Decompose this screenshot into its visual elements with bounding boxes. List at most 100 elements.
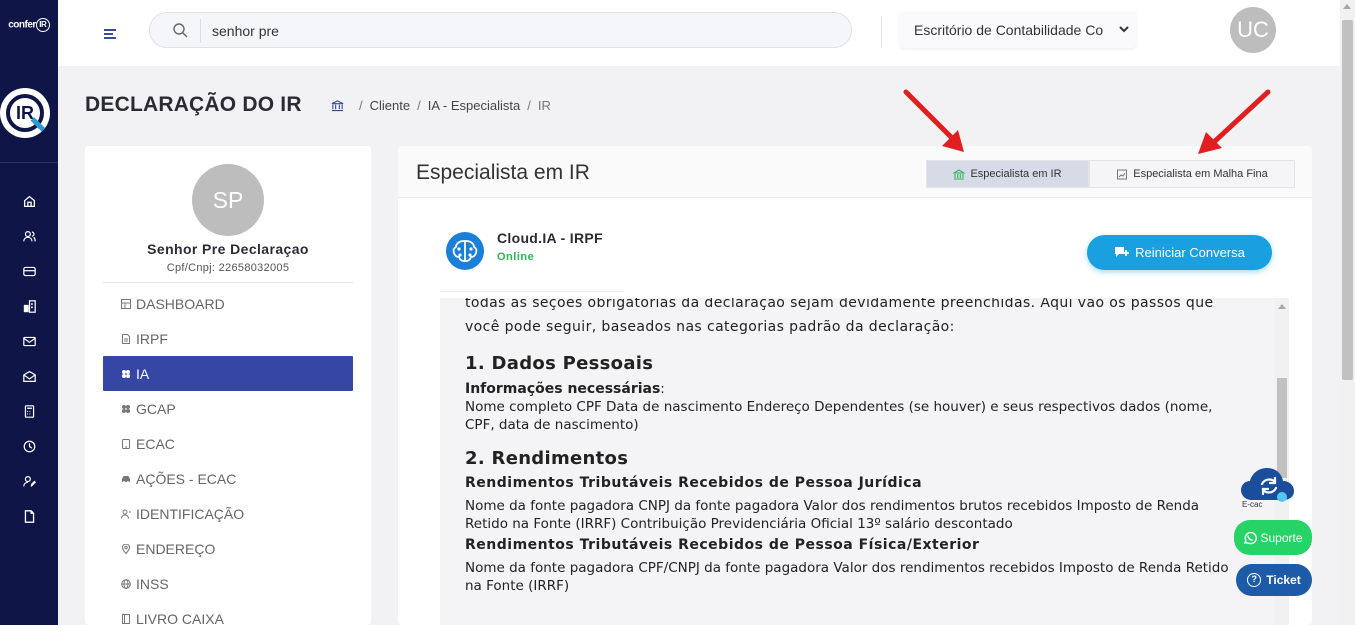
file-icon xyxy=(122,333,130,344)
client-menu: DASHBOARD IRPF IA GCAP ECAC AÇÕES - ECAC… xyxy=(103,286,353,625)
panel-title: Especialista em IR xyxy=(416,161,590,184)
menu-item-livro-caixa[interactable]: LIVRO CAIXA xyxy=(103,601,353,625)
tab-label: Especialista em Malha Fina xyxy=(1133,168,1268,180)
restart-conversation-button[interactable]: Reiniciar Conversa xyxy=(1087,235,1272,270)
brand-logo-small[interactable]: confer IR xyxy=(0,18,58,32)
building-icon[interactable] xyxy=(0,289,58,324)
dashboard-icon xyxy=(121,298,131,309)
clock-icon[interactable] xyxy=(0,429,58,464)
chevron-down-icon xyxy=(1119,26,1129,33)
breadcrumb: / Cliente / IA - Especialista / IR xyxy=(331,98,551,113)
menu-item-label: ENDEREÇO xyxy=(136,540,216,557)
office-select-value: Escritório de Contabilidade Co xyxy=(914,22,1104,38)
globe-icon xyxy=(121,578,131,589)
specialist-panel: Especialista em IR Especialista em IR Es… xyxy=(398,146,1312,625)
suporte-label: Suporte xyxy=(1260,530,1303,545)
rail-divider xyxy=(0,162,58,163)
calculator-icon[interactable] xyxy=(0,394,58,429)
menu-item-acoes-ecac[interactable]: AÇÕES - ECAC xyxy=(103,461,353,496)
tablet-icon xyxy=(122,438,130,449)
menu-item-identificacao[interactable]: IDENTIFICAÇÃO xyxy=(103,496,353,531)
bank-icon[interactable] xyxy=(331,99,344,112)
chat-intro-text: todas as seções obrigatórias da declaraç… xyxy=(465,298,1214,335)
mail-open-icon[interactable] xyxy=(0,359,58,394)
search-icon xyxy=(173,23,188,38)
help-icon: ? xyxy=(1247,573,1262,587)
page-title: DECLARAÇÃO DO IR xyxy=(85,93,302,116)
tab-especialista-ir[interactable]: Especialista em IR xyxy=(926,160,1089,188)
client-divider xyxy=(103,282,353,283)
user-avatar[interactable]: UC xyxy=(1230,7,1276,53)
ecac-label: E-cac xyxy=(1242,500,1263,509)
user-icon xyxy=(121,509,131,519)
menu-item-label: IDENTIFICAÇÃO xyxy=(136,505,245,522)
breadcrumb-separator: / xyxy=(417,98,421,113)
bot-status: Online xyxy=(497,251,535,263)
office-select[interactable]: Escritório de Contabilidade Co xyxy=(900,12,1136,48)
bot-divider xyxy=(440,291,624,292)
client-card: SP Senhor Pre Declaraçao Cpf/Cnpj: 22658… xyxy=(85,146,371,625)
menu-item-endereco[interactable]: ENDEREÇO xyxy=(103,531,353,566)
chat-messages[interactable]: todas as seções obrigatórias da declaraç… xyxy=(440,298,1289,625)
brand-ir-badge: IR xyxy=(35,18,50,32)
file-icon[interactable] xyxy=(0,499,58,534)
book-icon xyxy=(122,613,130,624)
breadcrumb-separator: / xyxy=(359,98,363,113)
menu-item-label: INSS xyxy=(136,575,169,592)
menu-item-gcap[interactable]: GCAP xyxy=(103,391,353,426)
menu-item-label: GCAP xyxy=(136,400,176,417)
ticket-button[interactable]: ? Ticket xyxy=(1236,564,1312,596)
left-rail: confer IR IR xyxy=(0,0,58,625)
search-input[interactable] xyxy=(212,19,812,43)
scroll-thumb[interactable] xyxy=(1342,20,1353,380)
bot-name: Cloud.IA - IRPF xyxy=(497,230,603,246)
brand-logo-big[interactable]: IR xyxy=(0,88,50,138)
menu-item-label: AÇÕES - ECAC xyxy=(136,470,237,487)
section-title-dados-pessoais: 1. Dados Pessoais xyxy=(465,353,654,374)
brain-icon xyxy=(445,231,485,271)
menu-item-ecac[interactable]: ECAC xyxy=(103,426,353,461)
menu-item-inss[interactable]: INSS xyxy=(103,566,353,601)
suporte-button[interactable]: Suporte xyxy=(1234,520,1312,555)
breadcrumb-ia-especialista[interactable]: IA - Especialista xyxy=(428,98,521,113)
home-icon[interactable] xyxy=(0,184,58,219)
red-arrow-icon xyxy=(1198,89,1271,154)
car-icon xyxy=(122,475,130,483)
section-info-label-line: Informações necessárias: xyxy=(465,380,1235,398)
client-name: Senhor Pre Declaraçao xyxy=(147,241,309,257)
menu-item-dashboard[interactable]: DASHBOARD xyxy=(103,286,353,321)
chat-add-icon xyxy=(1115,247,1130,257)
info-label-colon: : xyxy=(660,381,665,397)
client-avatar: SP xyxy=(192,164,264,236)
restart-conversation-label: Reiniciar Conversa xyxy=(1135,245,1245,260)
subsection-pj-text: Nome da fonte pagadora CNPJ da fonte pag… xyxy=(465,498,1200,532)
whatsapp-icon xyxy=(1244,531,1258,544)
client-document: Cpf/Cnpj: 22658032005 xyxy=(166,262,290,274)
section-text-dados-pessoais: Nome completo CPF Data de nascimento End… xyxy=(465,399,1213,433)
ticket-label: Ticket xyxy=(1266,573,1301,587)
scroll-up-arrow[interactable] xyxy=(1278,304,1286,309)
page-scrollbar[interactable] xyxy=(1340,0,1355,625)
tab-label: Especialista em IR xyxy=(970,168,1062,180)
panel-header: Especialista em IR Especialista em IR Es… xyxy=(398,146,1312,198)
card-icon[interactable] xyxy=(0,254,58,289)
menu-toggle-icon[interactable] xyxy=(104,29,116,41)
subsection-pf-title: Rendimentos Tributáveis Recebidos de Pes… xyxy=(465,537,980,553)
bank-icon xyxy=(953,168,966,180)
users-icon[interactable] xyxy=(0,219,58,254)
tab-especialista-malha-fina[interactable]: Especialista em Malha Fina xyxy=(1089,160,1295,188)
mail-icon[interactable] xyxy=(0,324,58,359)
breadcrumb-cliente[interactable]: Cliente xyxy=(370,98,410,113)
breadcrumb-ir: IR xyxy=(537,98,551,113)
user-edit-icon[interactable] xyxy=(0,464,58,499)
menu-item-label: DASHBOARD xyxy=(136,295,225,312)
menu-item-ia[interactable]: IA xyxy=(103,356,353,391)
search-box[interactable] xyxy=(149,12,852,48)
location-icon xyxy=(121,543,131,554)
scroll-up-arrow[interactable] xyxy=(1343,4,1351,9)
rail-nav xyxy=(0,184,58,534)
menu-item-irpf[interactable]: IRPF xyxy=(103,321,353,356)
subsection-pj-title: Rendimentos Tributáveis Recebidos de Pes… xyxy=(465,475,923,491)
subsection-pf-text: Nome da fonte pagadora CPF/CNPJ da fonte… xyxy=(465,560,1229,594)
brand-text: confer xyxy=(8,19,36,31)
